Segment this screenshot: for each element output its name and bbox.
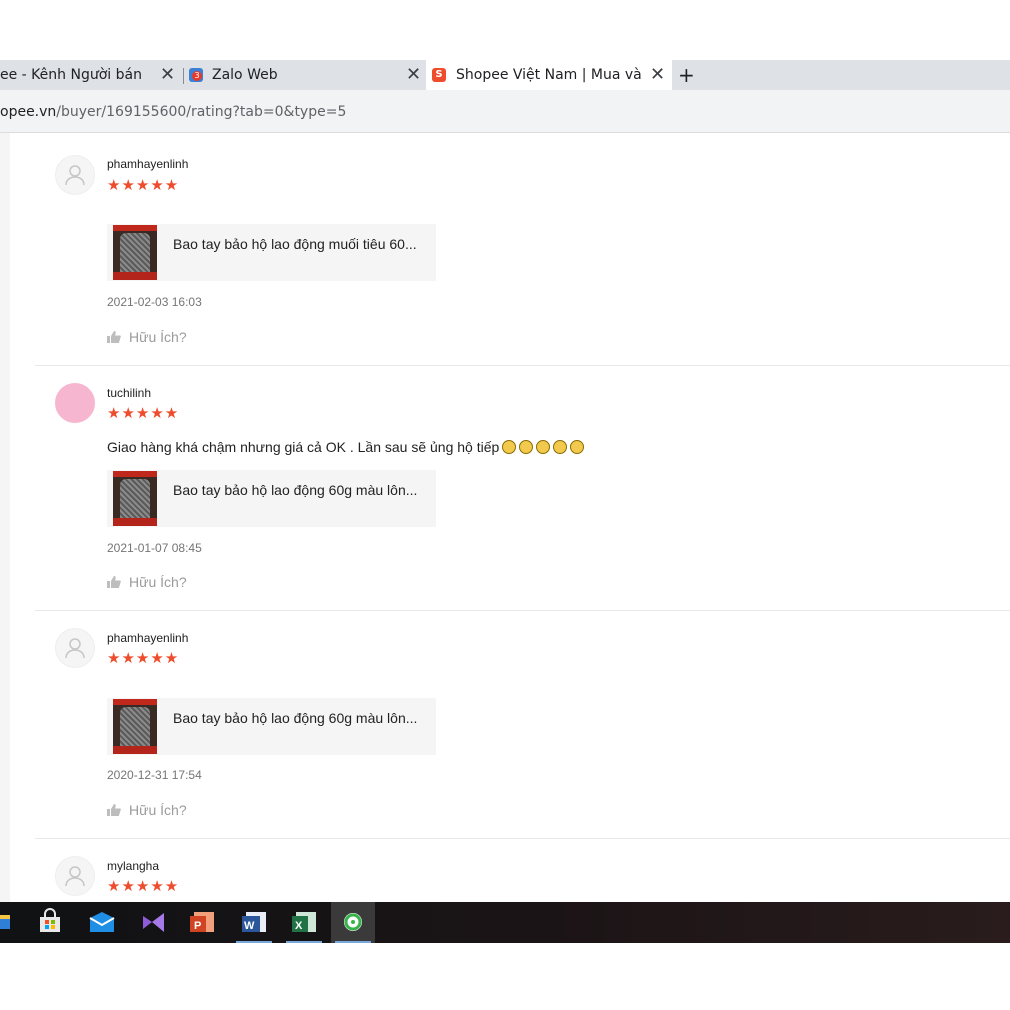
tab-shopee-seller[interactable]: ee - Kênh Người bán ✕ — [0, 60, 182, 90]
coccoc-browser-icon[interactable] — [331, 902, 375, 943]
grinning-emoji-icon — [570, 440, 585, 454]
thumbs-up-icon — [107, 576, 121, 588]
helpful-button[interactable]: Hữu Ích? — [107, 802, 187, 818]
new-tab-button[interactable]: + — [678, 60, 702, 90]
browser-tab-bar: ee - Kênh Người bán ✕ 3 Zalo Web ✕ S Sho… — [0, 60, 1010, 90]
grinning-emoji-group — [499, 439, 585, 455]
notification-badge: 3 — [192, 71, 202, 81]
excel-icon[interactable]: X — [282, 902, 326, 943]
tab-zalo-web[interactable]: 3 Zalo Web ✕ — [186, 60, 426, 90]
helpful-label: Hữu Ích? — [129, 329, 187, 345]
ratings-page: phamhayenlinh ★★★★★ Bao tay bảo hộ lao đ… — [0, 133, 1010, 902]
svg-text:X: X — [295, 920, 303, 932]
product-title: Bao tay bảo hộ lao động 60g màu lôn... — [173, 710, 418, 726]
address-bar[interactable]: opee.vn/buyer/169155600/rating?tab=0&typ… — [0, 90, 1010, 133]
svg-text:W: W — [244, 920, 255, 932]
grinning-emoji-icon — [536, 440, 551, 454]
grinning-emoji-icon — [519, 440, 534, 454]
store-icon[interactable] — [28, 902, 72, 943]
left-gutter — [0, 133, 10, 902]
user-icon — [65, 638, 85, 659]
review-username[interactable]: mylangha — [107, 859, 159, 873]
close-icon[interactable]: ✕ — [160, 60, 175, 90]
avatar[interactable] — [55, 155, 95, 195]
tab-title: Zalo Web — [212, 67, 278, 83]
visual-studio-icon[interactable] — [132, 902, 176, 943]
helpful-button[interactable]: Hữu Ích? — [107, 329, 187, 345]
file-explorer-icon[interactable] — [0, 902, 22, 943]
review-username[interactable]: phamhayenlinh — [107, 157, 188, 171]
word-icon[interactable]: W — [232, 902, 276, 943]
mail-icon[interactable] — [80, 902, 124, 943]
avatar[interactable] — [55, 856, 95, 896]
helpful-button[interactable]: Hữu Ích? — [107, 574, 187, 590]
grinning-emoji-icon — [502, 440, 517, 454]
tab-separator — [183, 68, 184, 84]
rating-stars: ★★★★★ — [107, 177, 180, 194]
svg-text:P: P — [194, 920, 201, 932]
review-comment-text: Giao hàng khá chậm nhưng giá cả OK . Lần… — [107, 439, 500, 455]
rating-stars: ★★★★★ — [107, 405, 180, 422]
product-card[interactable]: Bao tay bảo hộ lao động 60g màu lôn... — [107, 698, 436, 755]
url-path: /buyer/169155600/rating?tab=0&type=5 — [56, 104, 347, 120]
product-card[interactable]: Bao tay bảo hộ lao động muối tiêu 60... — [107, 224, 436, 281]
product-card[interactable]: Bao tay bảo hộ lao động 60g màu lôn... — [107, 470, 436, 527]
review-item: tuchilinh ★★★★★ Giao hàng khá chậm nhưng… — [35, 366, 1010, 611]
user-icon — [65, 165, 85, 186]
review-comment: Giao hàng khá chậm nhưng giá cả OK . Lần… — [107, 439, 585, 455]
review-date: 2021-01-07 08:45 — [107, 541, 202, 555]
review-item: phamhayenlinh ★★★★★ Bao tay bảo hộ lao đ… — [35, 133, 1010, 366]
avatar[interactable] — [55, 628, 95, 668]
url-domain: opee.vn — [0, 104, 57, 120]
avatar[interactable] — [55, 383, 95, 423]
product-thumbnail — [113, 699, 157, 754]
user-icon — [65, 866, 85, 887]
tab-shopee-vietnam[interactable]: S Shopee Việt Nam | Mua và Bá ✕ — [426, 60, 672, 90]
review-date: 2020-12-31 17:54 — [107, 768, 202, 782]
tab-title: ee - Kênh Người bán — [0, 67, 142, 83]
review-username[interactable]: phamhayenlinh — [107, 631, 188, 645]
review-date: 2021-02-03 16:03 — [107, 295, 202, 309]
shopee-favicon-icon: S — [432, 68, 446, 82]
powerpoint-icon[interactable]: P — [180, 902, 224, 943]
thumbs-up-icon — [107, 331, 121, 343]
rating-stars: ★★★★★ — [107, 878, 180, 895]
close-icon[interactable]: ✕ — [406, 60, 421, 90]
review-item: mylangha ★★★★★ — [35, 839, 1010, 902]
tab-title: Shopee Việt Nam | Mua và Bá — [456, 67, 642, 83]
product-thumbnail — [113, 225, 157, 280]
zalo-favicon-icon: 3 — [189, 68, 203, 82]
close-icon[interactable]: ✕ — [650, 60, 665, 90]
helpful-label: Hữu Ích? — [129, 574, 187, 590]
product-title: Bao tay bảo hộ lao động 60g màu lôn... — [173, 482, 418, 498]
url-text[interactable]: opee.vn/buyer/169155600/rating?tab=0&typ… — [0, 90, 346, 134]
grinning-emoji-icon — [553, 440, 568, 454]
windows-taskbar: P W X — [0, 902, 1010, 943]
rating-stars: ★★★★★ — [107, 650, 180, 667]
helpful-label: Hữu Ích? — [129, 802, 187, 818]
review-username[interactable]: tuchilinh — [107, 386, 151, 400]
thumbs-up-icon — [107, 804, 121, 816]
review-item: phamhayenlinh ★★★★★ Bao tay bảo hộ lao đ… — [35, 611, 1010, 839]
product-thumbnail — [113, 471, 157, 526]
product-title: Bao tay bảo hộ lao động muối tiêu 60... — [173, 236, 417, 252]
